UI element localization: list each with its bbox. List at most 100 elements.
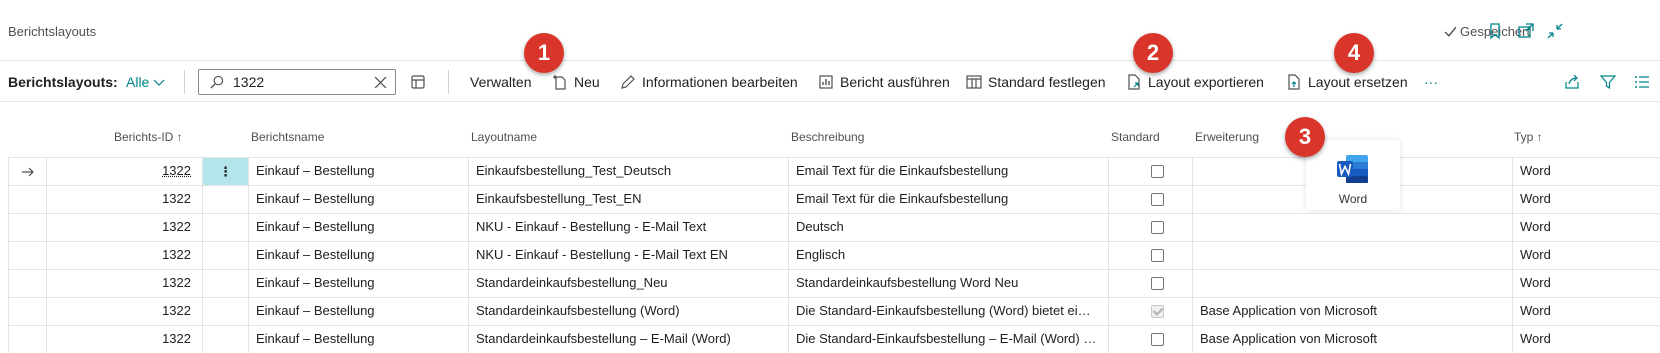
- close-icon[interactable]: [374, 76, 387, 89]
- run-report-button[interactable]: Bericht ausführen: [818, 61, 950, 103]
- default-checkbox[interactable]: [1151, 333, 1164, 346]
- manage-button[interactable]: Verwalten: [470, 61, 531, 103]
- extension-cell[interactable]: Base Application von Microsoft: [1200, 325, 1500, 353]
- column-header-default[interactable]: Standard: [1111, 130, 1160, 156]
- report-icon: [819, 75, 833, 89]
- layout-name-cell[interactable]: Standardeinkaufsbestellung_Neu: [476, 269, 782, 297]
- grid-line: [1192, 157, 1193, 353]
- action-bar: Berichtslayouts: Alle Verwalten Neu Info…: [0, 60, 1660, 102]
- share-icon[interactable]: [1564, 61, 1586, 103]
- report-name-cell[interactable]: Einkauf – Bestellung: [256, 297, 462, 325]
- type-cell[interactable]: Word: [1520, 325, 1650, 353]
- run-report-label: Bericht ausführen: [840, 74, 950, 90]
- chevron-down-icon: [153, 79, 165, 86]
- grid-line: [8, 157, 9, 353]
- description-cell[interactable]: Standardeinkaufsbestellung Word Neu: [796, 269, 1102, 297]
- row-actions-button[interactable]: ⋮: [203, 158, 248, 185]
- grid-line: [248, 157, 249, 353]
- layout-name-cell[interactable]: Einkaufsbestellung_Test_Deutsch: [476, 157, 782, 185]
- layout-name-cell[interactable]: NKU - Einkauf - Bestellung - E-Mail Text: [476, 213, 782, 241]
- column-header-layout-name[interactable]: Layoutname: [471, 130, 537, 156]
- extension-cell[interactable]: [1200, 269, 1500, 297]
- report-name-cell[interactable]: Einkauf – Bestellung: [256, 185, 462, 213]
- grid-line: [1108, 157, 1109, 353]
- replace-document-icon: [1288, 74, 1300, 90]
- word-tooltip: Word: [1306, 140, 1400, 210]
- search-icon: [210, 75, 224, 89]
- report-id-cell[interactable]: 1322: [48, 157, 191, 185]
- report-name-cell[interactable]: Einkauf – Bestellung: [256, 241, 462, 269]
- description-cell[interactable]: Englisch: [796, 241, 1102, 269]
- report-id-cell[interactable]: 1322: [48, 269, 191, 297]
- grid-line: [468, 157, 469, 353]
- column-header-report-name[interactable]: Berichtsname: [251, 130, 324, 156]
- open-new-window-icon[interactable]: [1517, 22, 1535, 40]
- replace-layout-label: Layout ersetzen: [1308, 74, 1408, 90]
- description-cell[interactable]: Email Text für die Einkaufsbestellung: [796, 185, 1102, 213]
- default-checkbox[interactable]: [1151, 193, 1164, 206]
- list-view-icon[interactable]: [1634, 61, 1656, 103]
- extension-cell[interactable]: [1200, 241, 1500, 269]
- grid-line: [788, 157, 789, 353]
- more-options-button[interactable]: ···: [1424, 61, 1438, 103]
- layout-name-cell[interactable]: Einkaufsbestellung_Test_EN: [476, 185, 782, 213]
- description-cell[interactable]: Die Standard-Einkaufsbestellung (Word) b…: [796, 297, 1102, 325]
- export-layout-label: Layout exportieren: [1148, 74, 1264, 90]
- collapse-icon[interactable]: [1546, 22, 1564, 40]
- report-id-cell[interactable]: 1322: [48, 213, 191, 241]
- annotation-badge-2: 2: [1133, 33, 1173, 73]
- report-name-cell[interactable]: Einkauf – Bestellung: [256, 269, 462, 297]
- edit-info-button[interactable]: Informationen bearbeiten: [620, 61, 798, 103]
- type-cell[interactable]: Word: [1520, 297, 1650, 325]
- report-id-cell[interactable]: 1322: [48, 241, 191, 269]
- type-cell[interactable]: Word: [1520, 185, 1650, 213]
- column-header-extension[interactable]: Erweiterung: [1195, 130, 1259, 156]
- annotation-badge-4: 4: [1334, 33, 1374, 73]
- grid-line: [1512, 157, 1513, 353]
- set-default-label: Standard festlegen: [988, 74, 1106, 90]
- description-cell[interactable]: Deutsch: [796, 213, 1102, 241]
- bookmark-icon[interactable]: [1486, 22, 1504, 40]
- export-document-icon: [1128, 74, 1140, 90]
- report-id-cell[interactable]: 1322: [48, 297, 191, 325]
- layout-name-cell[interactable]: Standardeinkaufsbestellung (Word): [476, 297, 782, 325]
- report-id-cell[interactable]: 1322: [48, 325, 191, 353]
- report-name-cell[interactable]: Einkauf – Bestellung: [256, 157, 462, 185]
- type-cell[interactable]: Word: [1520, 269, 1650, 297]
- view-label: Berichtslayouts:: [8, 74, 118, 90]
- default-checkbox[interactable]: [1151, 165, 1164, 178]
- default-checkbox[interactable]: [1151, 249, 1164, 262]
- filter-icon[interactable]: [1600, 61, 1622, 103]
- page-title: Berichtslayouts: [8, 24, 97, 39]
- extension-cell[interactable]: [1200, 213, 1500, 241]
- default-checkbox[interactable]: [1151, 277, 1164, 290]
- annotation-badge-3: 3: [1285, 117, 1325, 157]
- description-cell[interactable]: Die Standard-Einkaufsbestellung – E-Mail…: [796, 325, 1102, 353]
- word-icon: [1337, 155, 1368, 183]
- type-cell[interactable]: Word: [1520, 241, 1650, 269]
- column-header-description[interactable]: Beschreibung: [791, 130, 864, 156]
- filter-pane-icon[interactable]: [410, 61, 432, 103]
- type-cell[interactable]: Word: [1520, 213, 1650, 241]
- search-input[interactable]: [233, 73, 353, 91]
- layout-name-cell[interactable]: Standardeinkaufsbestellung – E-Mail (Wor…: [476, 325, 782, 353]
- description-cell[interactable]: Email Text für die Einkaufsbestellung: [796, 157, 1102, 185]
- report-id-cell[interactable]: 1322: [48, 185, 191, 213]
- grid-line: [46, 157, 47, 353]
- type-cell[interactable]: Word: [1520, 157, 1650, 185]
- extension-cell[interactable]: Base Application von Microsoft: [1200, 297, 1500, 325]
- column-header-type[interactable]: Typ ↑: [1514, 130, 1543, 156]
- set-default-button[interactable]: Standard festlegen: [966, 61, 1106, 103]
- default-checkbox[interactable]: [1151, 221, 1164, 234]
- search-box[interactable]: [198, 69, 396, 95]
- columns-icon: [966, 75, 982, 89]
- report-name-cell[interactable]: Einkauf – Bestellung: [256, 213, 462, 241]
- column-header-report-id[interactable]: Berichts-ID ↑: [114, 130, 183, 156]
- filter-dropdown[interactable]: Alle: [126, 61, 165, 103]
- report-name-cell[interactable]: Einkauf – Bestellung: [256, 325, 462, 353]
- annotation-badge-1: 1: [524, 33, 564, 73]
- layout-name-cell[interactable]: NKU - Einkauf - Bestellung - E-Mail Text…: [476, 241, 782, 269]
- default-checkbox[interactable]: [1151, 305, 1164, 318]
- filter-label: Alle: [126, 74, 150, 90]
- new-button[interactable]: Neu: [552, 61, 600, 103]
